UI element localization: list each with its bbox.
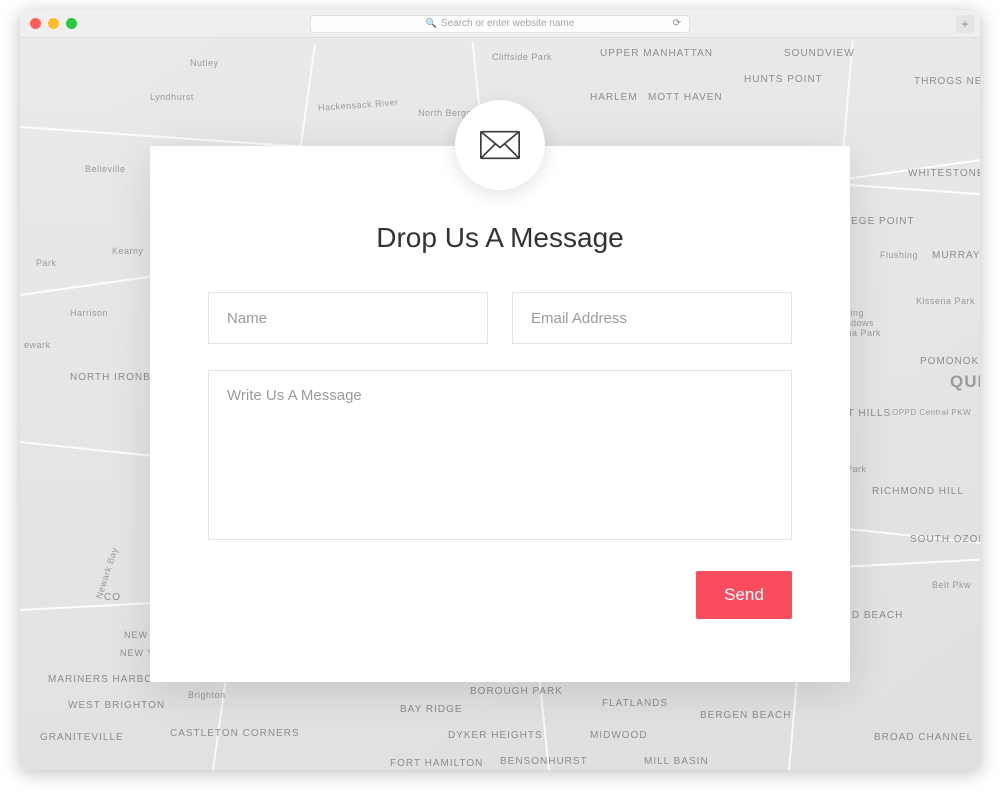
map-label: QUE bbox=[950, 372, 980, 392]
map-label: Cliffside Park bbox=[492, 52, 552, 62]
map-label: BENSONHURST bbox=[500, 756, 588, 767]
map-label: RICHMOND HILL bbox=[872, 486, 964, 497]
map-label: OPPD Central PKW bbox=[892, 408, 971, 417]
map-label: HUNTS POINT bbox=[744, 74, 823, 85]
map-label: BAY RIDGE bbox=[400, 704, 463, 715]
send-button[interactable]: Send bbox=[696, 571, 792, 619]
close-window-button[interactable] bbox=[30, 18, 41, 29]
map-label: GRANITEVILLE bbox=[40, 732, 124, 743]
address-placeholder: Search or enter website name bbox=[441, 18, 574, 29]
window-controls bbox=[30, 18, 77, 29]
map-label: POMONOK bbox=[920, 356, 979, 367]
map-label: THROGS NECK bbox=[914, 76, 980, 87]
map-label: MOTT HAVEN bbox=[648, 92, 723, 103]
map-label: Lyndhurst bbox=[150, 92, 194, 102]
new-tab-button[interactable]: + bbox=[956, 15, 974, 33]
map-label: MURRAY HIL bbox=[932, 250, 980, 261]
map-label: BOROUGH PARK bbox=[470, 686, 563, 697]
form-title: Drop Us A Message bbox=[150, 222, 850, 254]
map-label: FORT HAMILTON bbox=[390, 758, 483, 769]
reload-icon[interactable]: ⟳ bbox=[673, 18, 681, 29]
email-input[interactable] bbox=[512, 292, 792, 344]
map-label: WHITESTONE bbox=[908, 168, 980, 179]
map-label: SOUTH OZONE PARK bbox=[910, 534, 980, 545]
page-viewport: Nutley Lyndhurst Belleville Kearny Harri… bbox=[20, 38, 980, 770]
envelope-badge bbox=[455, 100, 545, 190]
map-label: WEST BRIGHTON bbox=[68, 700, 165, 711]
map-label: SOUNDVIEW bbox=[784, 48, 855, 59]
search-icon: 🔍 bbox=[426, 18, 437, 29]
map-label: Harrison bbox=[70, 308, 108, 318]
map-label: FLATLANDS bbox=[602, 698, 668, 709]
map-label: HARLEM bbox=[590, 92, 638, 103]
map-label: Flushing bbox=[880, 250, 918, 260]
map-label: CO bbox=[104, 592, 121, 603]
maximize-window-button[interactable] bbox=[66, 18, 77, 29]
name-input[interactable] bbox=[208, 292, 488, 344]
map-label: DYKER HEIGHTS bbox=[448, 730, 543, 741]
contact-card: Drop Us A Message Send bbox=[150, 146, 850, 682]
map-label: MIDWOOD bbox=[590, 730, 648, 741]
map-label: BERGEN BEACH bbox=[700, 710, 791, 721]
map-label: UPPER MANHATTAN bbox=[600, 48, 713, 59]
map-label: Nutley bbox=[190, 58, 219, 68]
map-label: BROAD CHANNEL bbox=[874, 732, 973, 743]
address-bar[interactable]: 🔍 Search or enter website name ⟳ bbox=[310, 15, 690, 33]
map-label: Belleville bbox=[85, 164, 126, 174]
map-label: Kearny bbox=[112, 246, 144, 256]
envelope-icon bbox=[480, 130, 520, 160]
map-label: MILL BASIN bbox=[644, 756, 709, 767]
map-label: CASTLETON CORNERS bbox=[170, 728, 300, 739]
map-label: Kissena Park bbox=[916, 296, 975, 306]
map-label: ewark bbox=[24, 340, 51, 350]
map-label: Belt Pkw bbox=[932, 580, 971, 590]
map-label: Park bbox=[36, 258, 57, 268]
browser-window: 🔍 Search or enter website name ⟳ + Nutle… bbox=[20, 10, 980, 770]
contact-form: Send bbox=[150, 254, 850, 619]
minimize-window-button[interactable] bbox=[48, 18, 59, 29]
message-textarea[interactable] bbox=[208, 370, 792, 540]
browser-toolbar: 🔍 Search or enter website name ⟳ + bbox=[20, 10, 980, 38]
map-label: MARINERS HARBOR bbox=[48, 674, 161, 685]
map-label: Brighton bbox=[188, 690, 226, 700]
